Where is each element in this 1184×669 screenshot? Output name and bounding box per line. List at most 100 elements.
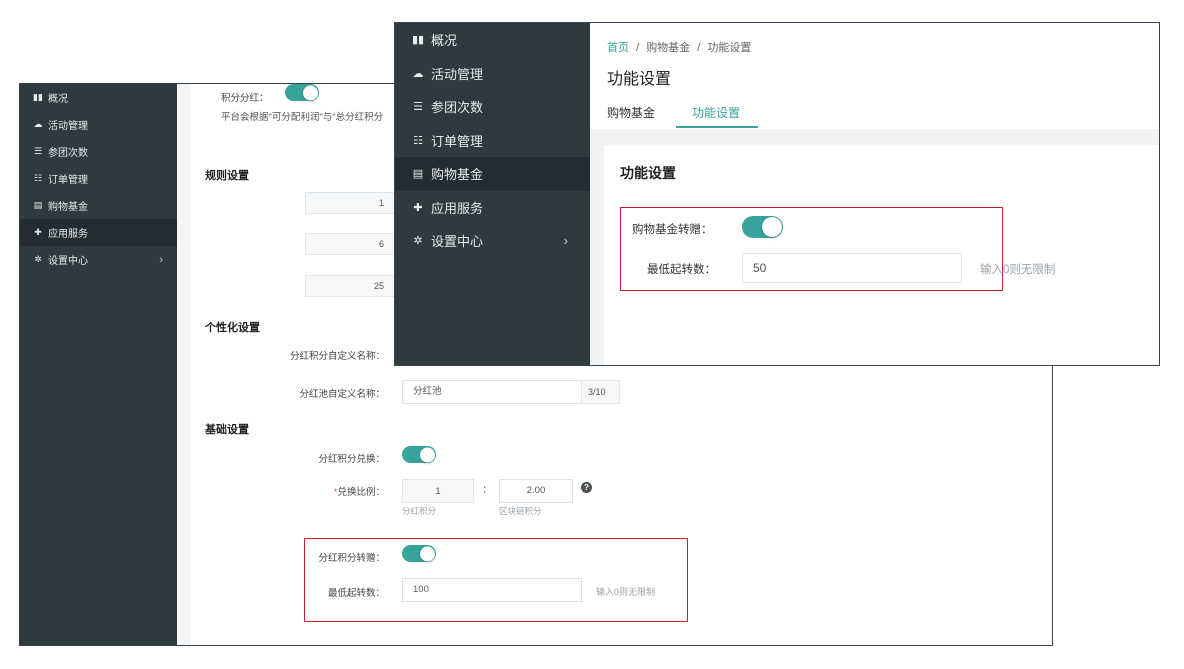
sidebar-item-orders[interactable]: ☷ 订单管理 [20, 165, 177, 192]
pool-name-input[interactable]: 分红池 [402, 380, 582, 404]
toggle-knob [762, 217, 782, 237]
rules-section-title: 规则设置 [205, 170, 249, 182]
ratio-left-unit: 分红积分 [402, 506, 437, 516]
ratio-label: 兑换比例： [337, 487, 385, 498]
sidebar-item-label: 活动管理 [431, 66, 484, 82]
sidebar-item-label: 购物基金 [48, 202, 88, 213]
dividend-toggle[interactable] [285, 84, 319, 101]
nav-list: ▮▮ 概况 ☁ 活动管理 ☰ 参团次数 ☷ 订单管理 ▤ 购物基金 ✚ 应用服务 [395, 23, 590, 258]
sidebar-item-group-count[interactable]: ☰ 参团次数 [20, 138, 177, 165]
breadcrumb-separator: / [697, 42, 701, 54]
list-lines-icon: ☷ [413, 134, 423, 147]
fund-min-label: 最低起转数： [647, 264, 716, 276]
cloud-icon: ☁ [412, 67, 424, 80]
page-title: 功能设置 [607, 71, 672, 88]
sidebar-item-label: 参团次数 [431, 100, 484, 116]
sidebar-item-label: 参团次数 [48, 148, 88, 159]
list-lines-icon: ☷ [33, 173, 43, 183]
sidebar-item-overview[interactable]: ▮▮ 概况 [395, 23, 590, 57]
sidebar-item-orders[interactable]: ☷ 订单管理 [395, 124, 590, 158]
chevron-right-icon: › [563, 233, 568, 249]
nav-list: ▮▮ 概况 ☁ 活动管理 ☰ 参团次数 ☷ 订单管理 ▤ 购物基金 ✚ 应用服务 [20, 84, 177, 273]
breadcrumb-mid[interactable]: 购物基金 [646, 42, 690, 54]
sidebar: ▮▮ 概况 ☁ 活动管理 ☰ 参团次数 ☷ 订单管理 ▤ 购物基金 ✚ 应用服务 [395, 23, 590, 365]
sidebar-item-label: 应用服务 [431, 200, 484, 216]
min-transfer-input[interactable]: 100 [402, 578, 582, 602]
ratio-colon: : [483, 482, 487, 496]
sidebar-item-fund[interactable]: ▤ 购物基金 [395, 157, 590, 191]
ratio-left-input[interactable]: 1 [402, 479, 474, 503]
ratio-right-input[interactable]: 2.00 [499, 479, 573, 503]
sidebar-item-overview[interactable]: ▮▮ 概况 [20, 84, 177, 111]
front-card: 功能设置 购物基金转赠： 最低起转数： 50 输入0则无限制 [604, 145, 1159, 365]
toggle-knob [303, 85, 318, 100]
front-body: 功能设置 购物基金转赠： 最低起转数： 50 输入0则无限制 [590, 129, 1159, 365]
rule-value-3: 25 [305, 275, 395, 297]
pool-name-label: 分红池自定义名称： [299, 389, 385, 400]
page-header: 首页 / 购物基金 / 功能设置 功能设置 购物基金 功能设置 [590, 23, 1159, 129]
active-tab-underline [676, 126, 758, 128]
dividend-toggle-label: 积分分红： [221, 93, 269, 104]
sidebar-item-label: 订单管理 [48, 175, 88, 186]
card-title: 功能设置 [620, 165, 676, 181]
fund-transfer-label: 购物基金转赠： [632, 224, 713, 236]
sidebar-item-label: 设置中心 [431, 234, 484, 250]
toggle-knob [420, 447, 435, 462]
card-icon: ▤ [412, 168, 424, 181]
sidebar-item-label: 购物基金 [431, 167, 484, 183]
tab-shopping-fund[interactable]: 购物基金 [607, 104, 655, 121]
ratio-label-wrap: *兑换比例： [251, 484, 385, 498]
sidebar-item-activity[interactable]: ☁ 活动管理 [20, 111, 177, 138]
sidebar-item-settings[interactable]: ✲ 设置中心 › [20, 246, 177, 273]
rule-value-2: 6 [305, 233, 395, 255]
fund-min-hint: 输入0则无限制 [980, 264, 1056, 276]
sidebar-item-label: 概况 [431, 33, 458, 49]
rule-value-1: 1 [305, 192, 395, 214]
exchange-label: 分红积分兑换： [318, 454, 385, 465]
tab-function-settings[interactable]: 功能设置 [692, 104, 740, 121]
sidebar-item-label: 应用服务 [48, 229, 88, 240]
breadcrumb: 首页 / 购物基金 / 功能设置 [607, 39, 751, 55]
fund-transfer-toggle[interactable] [742, 216, 783, 238]
sidebar-item-app-service[interactable]: ✚ 应用服务 [20, 219, 177, 246]
chevron-right-icon: › [159, 253, 163, 266]
min-transfer-label: 最低起转数： [327, 588, 385, 599]
breadcrumb-separator: / [636, 42, 640, 54]
toggle-knob [420, 546, 435, 561]
cloud-icon: ☁ [33, 119, 43, 129]
transfer-toggle[interactable] [402, 545, 436, 562]
gear-icon: ✲ [34, 254, 42, 264]
breadcrumb-home[interactable]: 首页 [607, 42, 629, 54]
min-transfer-hint: 输入0则无限制 [596, 587, 656, 597]
card-icon: ▤ [33, 200, 43, 210]
puzzle-icon: ✚ [34, 227, 42, 237]
sidebar-item-label: 概况 [48, 94, 68, 105]
bar-chart-icon: ▮▮ [411, 34, 425, 47]
sidebar-item-activity[interactable]: ☁ 活动管理 [395, 57, 590, 91]
help-icon[interactable]: ? [581, 482, 592, 493]
pool-name-counter: 3/10 [581, 380, 620, 404]
sidebar-item-app-service[interactable]: ✚ 应用服务 [395, 191, 590, 225]
front-window: ▮▮ 概况 ☁ 活动管理 ☰ 参团次数 ☷ 订单管理 ▤ 购物基金 ✚ 应用服务 [394, 22, 1160, 366]
breadcrumb-current: 功能设置 [707, 42, 752, 54]
sidebar-item-label: 订单管理 [431, 133, 484, 149]
basic-section-title: 基础设置 [205, 424, 249, 436]
sidebar: ▮▮ 概况 ☁ 活动管理 ☰ 参团次数 ☷ 订单管理 ▤ 购物基金 ✚ 应用服务 [20, 84, 177, 645]
sidebar-item-label: 设置中心 [48, 256, 88, 267]
points-name-label: 分红积分自定义名称： [289, 351, 385, 362]
exchange-toggle[interactable] [402, 446, 436, 463]
transfer-label: 分红积分转赠： [318, 553, 385, 564]
ratio-right-unit: 区块链积分 [499, 506, 542, 516]
sidebar-item-fund[interactable]: ▤ 购物基金 [20, 192, 177, 219]
bar-chart-icon: ▮▮ [33, 92, 43, 102]
list-icon: ☰ [33, 146, 43, 156]
personal-section-title: 个性化设置 [205, 322, 260, 334]
fund-min-input[interactable]: 50 [742, 253, 962, 283]
gear-icon: ✲ [413, 235, 423, 248]
sidebar-item-group-count[interactable]: ☰ 参团次数 [395, 90, 590, 124]
puzzle-icon: ✚ [413, 201, 423, 214]
dividend-description: 平台会根据"可分配利润"与"总分红积分 [221, 112, 384, 123]
sidebar-item-settings[interactable]: ✲ 设置中心 › [395, 224, 590, 258]
list-icon: ☰ [413, 101, 423, 114]
sidebar-item-label: 活动管理 [48, 121, 88, 132]
